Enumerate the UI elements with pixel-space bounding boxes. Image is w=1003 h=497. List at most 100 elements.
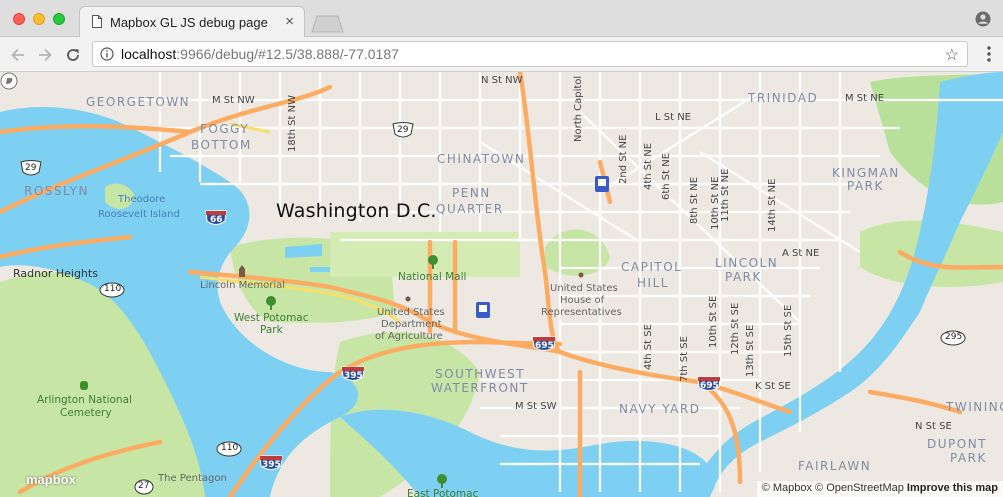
maximize-window-button[interactable] (53, 13, 65, 25)
street-label: 12th St SE (730, 302, 741, 355)
browser-toolbar: localhost:9966/debug/#12.5/38.888/-77.01… (0, 37, 1003, 72)
street-label: 4th St SE (643, 324, 654, 370)
street-label: 8th St NE (689, 176, 700, 224)
improve-map-link[interactable]: Improve this map (907, 482, 998, 494)
minimize-window-button[interactable] (33, 13, 45, 25)
point-marker-icon (405, 296, 411, 302)
attribution-osm-link[interactable]: © OpenStreetMap (815, 482, 904, 494)
address-bar[interactable]: localhost:9966/debug/#12.5/38.888/-77.01… (92, 41, 968, 67)
new-tab-button[interactable] (311, 15, 344, 33)
neighborhood-label[interactable]: WATERFRONT (431, 381, 529, 395)
street-label: A St NE (782, 248, 820, 259)
street-label: 15th St SE (783, 304, 794, 357)
browser-window: Mapbox GL JS debug page × localhost:9966… (0, 0, 1003, 497)
attribution-mapbox-link[interactable]: © Mapbox (762, 482, 812, 494)
poi-label[interactable]: Lincoln Memorial (200, 280, 285, 291)
profile-icon[interactable] (975, 11, 991, 27)
poi-label[interactable]: Roosevelt Island (98, 209, 180, 220)
street-label: 2nd St NE (618, 134, 629, 184)
street-label: 4th St NE (643, 142, 654, 190)
neighborhood-label[interactable]: PENN (452, 186, 491, 200)
street-label: North Capitol (573, 75, 584, 142)
city-label[interactable]: Washington D.C. (276, 200, 437, 222)
neighborhood-label[interactable]: CAPITOL (621, 260, 682, 274)
document-icon (92, 15, 102, 28)
neighborhood-label[interactable]: FOGGY (200, 122, 249, 136)
street-label: 6th St NE (661, 152, 672, 200)
poi-label[interactable]: United States (550, 283, 618, 294)
poi-label[interactable]: Arlington National (37, 394, 132, 406)
neighborhood-label[interactable]: TWINING (946, 400, 1003, 414)
title-bar: Mapbox GL JS debug page × (0, 0, 1003, 37)
mapbox-logo-icon[interactable] (0, 72, 18, 90)
neighborhood-label[interactable]: PARK (847, 179, 884, 193)
street-label: N St SE (915, 421, 952, 432)
poi-label[interactable]: National Mall (398, 271, 466, 283)
mapbox-logo-text[interactable]: mapbox (26, 472, 76, 487)
street-label: 11th St NE (720, 168, 731, 222)
neighborhood-label[interactable]: ROSSLYN (24, 184, 89, 198)
neighborhood-label[interactable]: PARK (725, 270, 762, 284)
poi-label[interactable]: East Potomac (407, 488, 478, 497)
close-window-button[interactable] (13, 13, 25, 25)
poi-label[interactable]: The Pentagon (158, 473, 227, 484)
street-label: 10th St SE (708, 295, 719, 348)
neighborhood-label[interactable]: GEORGETOWN (86, 95, 190, 109)
neighborhood-label[interactable]: KINGMAN (832, 166, 900, 180)
poi-label[interactable]: West Potomac (234, 312, 309, 324)
poi-label[interactable]: Cemetery (60, 407, 112, 419)
monument-icon[interactable] (236, 265, 248, 277)
poi-label[interactable]: Department (381, 319, 442, 330)
rail-station-icon[interactable] (476, 302, 490, 318)
street-label: 13th St SE (745, 324, 756, 377)
neighborhood-label[interactable]: PARK (950, 451, 987, 465)
neighborhood-label[interactable]: SOUTHWEST (435, 367, 525, 381)
neighborhood-label[interactable]: HILL (637, 276, 669, 290)
street-label: 7th St SE (679, 336, 690, 382)
point-marker-icon (578, 272, 584, 278)
neighborhood-label[interactable]: TRINIDAD (748, 91, 818, 105)
street-label: 14th St NE (767, 178, 778, 232)
back-arrow-icon[interactable] (9, 46, 27, 64)
neighborhood-label[interactable]: LINCOLN (715, 256, 778, 270)
url-text[interactable]: localhost:9966/debug/#12.5/38.888/-77.01… (121, 46, 399, 62)
attribution-bar: © Mapbox © OpenStreetMap Improve this ma… (756, 481, 1003, 497)
neighborhood-label[interactable]: DUPONT (927, 437, 987, 451)
poi-label[interactable]: House of (560, 295, 604, 306)
browser-tab[interactable]: Mapbox GL JS debug page × (79, 6, 305, 37)
menu-dots-icon[interactable] (987, 45, 991, 63)
street-label: L St NE (655, 112, 691, 123)
street-label: 18th St NW (287, 95, 298, 152)
tree-icon[interactable] (265, 296, 277, 310)
street-label: N St NW (481, 75, 523, 86)
street-label: K St SE (755, 381, 791, 392)
tab-title: Mapbox GL JS debug page (110, 15, 268, 30)
poi-label[interactable]: Radnor Heights (13, 268, 98, 279)
neighborhood-label[interactable]: CHINATOWN (437, 152, 525, 166)
street-label: M St SW (515, 401, 557, 412)
rail-station-icon[interactable] (595, 176, 609, 192)
poi-label[interactable]: Representatives (541, 307, 622, 318)
cemetery-icon[interactable] (78, 378, 90, 390)
poi-label[interactable]: of Agriculture (375, 331, 443, 342)
tab-close-button[interactable]: × (285, 13, 294, 30)
bookmark-star-icon[interactable]: ☆ (945, 45, 959, 65)
url-path: :9966/debug/#12.5/38.888/-77.0187 (176, 46, 399, 62)
forward-arrow-icon[interactable] (36, 46, 54, 64)
tree-icon[interactable] (436, 474, 448, 488)
neighborhood-label[interactable]: NAVY YARD (619, 402, 700, 416)
poi-label[interactable]: United States (377, 307, 445, 318)
tree-icon[interactable] (427, 255, 439, 269)
info-icon[interactable] (100, 47, 114, 61)
url-host: localhost (121, 46, 177, 62)
neighborhood-label[interactable]: FAIRLAWN (798, 459, 871, 473)
reload-icon[interactable] (64, 46, 82, 64)
poi-label[interactable]: Theodore (118, 194, 165, 205)
map-canvas[interactable]: Washington D.C. GEORGETOWN FOGGY BOTTOM … (0, 72, 1003, 497)
neighborhood-label[interactable]: BOTTOM (191, 138, 252, 152)
poi-label[interactable]: Park (260, 324, 283, 336)
street-label: M St NW (212, 95, 255, 106)
street-label: M St NE (845, 93, 885, 104)
map-base-layer (0, 72, 1003, 497)
neighborhood-label[interactable]: QUARTER (436, 202, 504, 216)
